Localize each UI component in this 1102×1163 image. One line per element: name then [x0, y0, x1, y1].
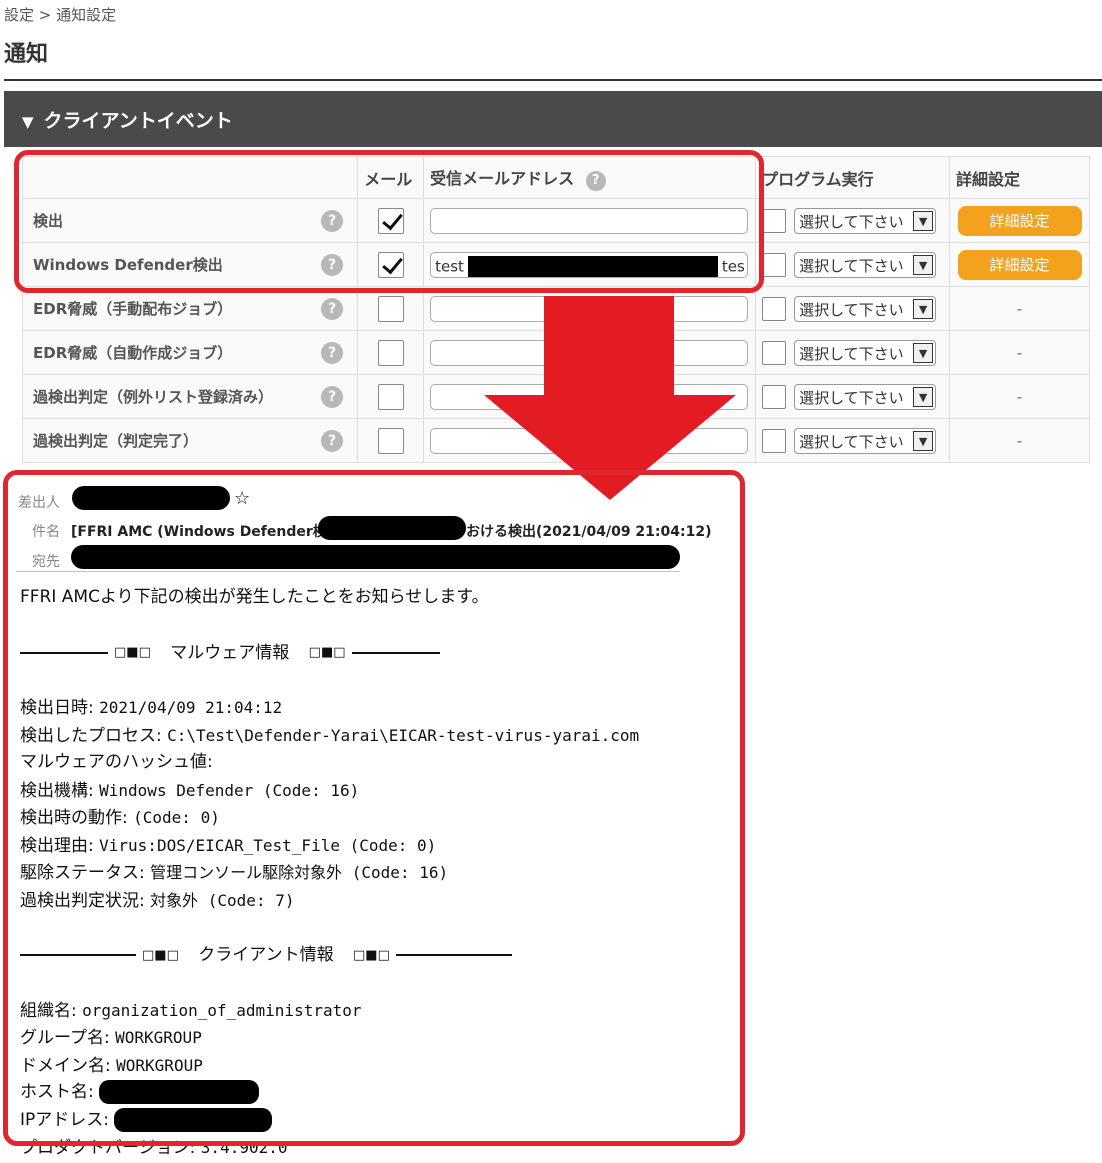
event-name-cell: EDR脅威（自動作成ジョブ） ?: [21, 330, 359, 375]
program-select-value: 選択して下さい: [799, 388, 904, 407]
program-checkbox[interactable]: [762, 340, 787, 365]
program-checkbox[interactable]: [762, 384, 787, 409]
program-cell: 選択して下さい ▼: [755, 418, 951, 463]
program-select[interactable]: 選択して下さい ▼: [794, 251, 937, 278]
program-cell: 選択して下さい ▼: [755, 374, 951, 419]
program-select-value: 選択して下さい: [799, 432, 904, 451]
mail-checkbox[interactable]: [377, 295, 404, 322]
detail-placeholder: -: [1016, 431, 1023, 450]
collapse-triangle-icon[interactable]: ▼: [22, 113, 34, 131]
program-checkbox[interactable]: [762, 208, 787, 233]
program-select-value: 選択して下さい: [799, 300, 904, 319]
detail-cell: -: [949, 374, 1090, 419]
mail-cell: [357, 418, 425, 463]
event-name: 過検出判定（判定完了）: [33, 432, 199, 450]
detail-cell: 詳細設定: [949, 198, 1090, 243]
help-icon[interactable]: ?: [321, 430, 344, 452]
header-detail: 詳細設定: [949, 156, 1090, 199]
detail-placeholder: -: [1016, 299, 1023, 318]
detail-cell: -: [949, 418, 1090, 463]
down-arrow-icon: [544, 296, 674, 396]
section-title: クライアントイベント: [43, 110, 233, 132]
help-icon[interactable]: ?: [321, 342, 344, 364]
section-header-client-events[interactable]: ▼ クライアントイベント: [4, 91, 1102, 147]
program-select[interactable]: 選択して下さい ▼: [794, 383, 937, 410]
breadcrumb[interactable]: 設定 > 通知設定: [4, 4, 116, 25]
program-select[interactable]: 選択して下さい ▼: [794, 427, 937, 454]
detail-cell: 詳細設定: [949, 242, 1090, 287]
event-name: 過検出判定（例外リスト登録済み）: [33, 388, 274, 406]
event-name: EDR脅威（手動配布ジョブ）: [33, 300, 233, 318]
detail-cell: -: [949, 286, 1090, 331]
mail-checkbox[interactable]: [377, 339, 404, 366]
highlight-box-email: [3, 470, 745, 1146]
event-name-cell: 過検出判定（判定完了） ?: [21, 418, 359, 463]
program-select[interactable]: 選択して下さい ▼: [794, 207, 937, 234]
detail-settings-button[interactable]: 詳細設定: [957, 205, 1082, 236]
program-cell: 選択して下さい ▼: [755, 198, 951, 243]
mail-cell: [357, 330, 425, 375]
chevron-down-icon[interactable]: ▼: [913, 210, 934, 231]
program-checkbox[interactable]: [762, 252, 787, 277]
title-divider: [4, 79, 1102, 81]
event-name-cell: 過検出判定（例外リスト登録済み） ?: [21, 374, 359, 419]
detail-placeholder: -: [1016, 387, 1023, 406]
chevron-down-icon[interactable]: ▼: [913, 298, 934, 319]
header-program: プログラム実行: [755, 156, 951, 199]
detail-placeholder: -: [1016, 343, 1023, 362]
detail-cell: -: [949, 330, 1090, 375]
mail-checkbox[interactable]: [377, 427, 404, 454]
mail-checkbox[interactable]: [377, 383, 404, 410]
detail-settings-button[interactable]: 詳細設定: [957, 249, 1082, 280]
chevron-down-icon[interactable]: ▼: [913, 430, 934, 451]
program-cell: 選択して下さい ▼: [755, 242, 951, 287]
program-checkbox[interactable]: [762, 296, 787, 321]
event-name: EDR脅威（自動作成ジョブ）: [33, 344, 233, 362]
program-checkbox[interactable]: [762, 428, 787, 453]
mail-cell: [357, 374, 425, 419]
program-select[interactable]: 選択して下さい ▼: [794, 295, 937, 322]
program-cell: 選択して下さい ▼: [755, 330, 951, 375]
program-select-value: 選択して下さい: [799, 256, 904, 275]
page-title: 通知: [4, 42, 49, 67]
help-icon[interactable]: ?: [321, 298, 344, 320]
program-select[interactable]: 選択して下さい ▼: [794, 339, 937, 366]
chevron-down-icon[interactable]: ▼: [913, 254, 934, 275]
event-name-cell: EDR脅威（手動配布ジョブ） ?: [21, 286, 359, 331]
mail-cell: [357, 286, 425, 331]
program-cell: 選択して下さい ▼: [755, 286, 951, 331]
highlight-box-settings: [14, 150, 764, 293]
chevron-down-icon[interactable]: ▼: [913, 342, 934, 363]
help-icon[interactable]: ?: [321, 386, 344, 408]
program-select-value: 選択して下さい: [799, 212, 904, 231]
chevron-down-icon[interactable]: ▼: [913, 386, 934, 407]
program-select-value: 選択して下さい: [799, 344, 904, 363]
